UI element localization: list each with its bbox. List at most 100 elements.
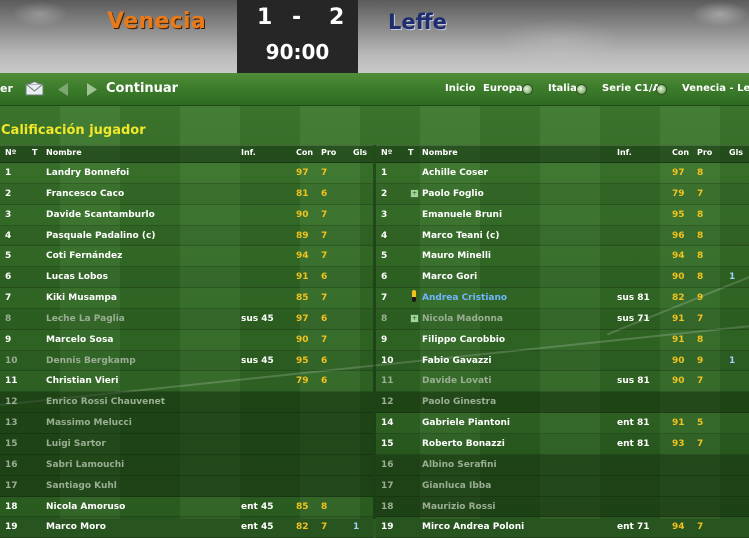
table-row[interactable]: 6 Lucas Lobos 91 6 xyxy=(0,267,373,289)
col-con[interactable]: Con xyxy=(296,148,313,157)
continue-button[interactable]: Continuar xyxy=(106,81,178,96)
forward-arrow-icon[interactable] xyxy=(87,83,97,96)
table-row[interactable]: 17 Santiago Kuhl xyxy=(0,475,373,497)
table-row[interactable]: 11 Davide Lovati sus 81 90 7 xyxy=(376,371,749,393)
player-name[interactable]: Davide Scantamburlo xyxy=(46,210,155,220)
col-name[interactable]: Nombre xyxy=(422,148,458,157)
breadcrumb-europa[interactable]: Europa xyxy=(483,83,523,94)
col-num[interactable]: Nº xyxy=(381,148,392,157)
table-row[interactable]: 10 Fabio Gavazzi 90 9 1 xyxy=(376,350,749,372)
table-row[interactable]: 10 Dennis Bergkamp sus 45 95 6 xyxy=(0,350,373,372)
table-row[interactable]: 18 Nicola Amoruso ent 45 85 8 xyxy=(0,497,373,518)
player-name[interactable]: Marcelo Sosa xyxy=(46,335,113,345)
col-gls[interactable]: Gls xyxy=(729,148,743,157)
dropdown-dot-icon[interactable] xyxy=(656,84,667,95)
player-name[interactable]: Lucas Lobos xyxy=(46,272,108,282)
table-row[interactable]: 8 Nicola Madonna sus 71 91 7 + xyxy=(376,308,749,330)
col-t[interactable]: T xyxy=(32,148,37,157)
table-row[interactable]: 4 Pasquale Padalino (c) 89 7 xyxy=(0,225,373,247)
col-pro[interactable]: Pro xyxy=(321,148,336,157)
player-name[interactable]: Davide Lovati xyxy=(422,376,491,386)
player-name[interactable]: Enrico Rossi Chauvenet xyxy=(46,397,165,407)
table-row[interactable]: 1 Landry Bonnefoi 97 7 xyxy=(0,163,373,184)
player-name[interactable]: Santiago Kuhl xyxy=(46,481,117,491)
col-pro[interactable]: Pro xyxy=(697,148,712,157)
player-name[interactable]: Kiki Musampa xyxy=(46,293,117,303)
player-name[interactable]: Sabri Lamouchi xyxy=(46,460,124,470)
table-row[interactable]: 2 Paolo Foglio 79 7 + xyxy=(376,183,749,205)
mail-icon[interactable] xyxy=(25,81,44,96)
table-row[interactable]: 17 Gianluca Ibba xyxy=(376,475,749,497)
table-row[interactable]: 5 Coti Fernández 94 7 xyxy=(0,246,373,268)
table-row[interactable]: 7 Kiki Musampa 85 7 xyxy=(0,288,373,309)
player-rating: 8 xyxy=(697,334,704,345)
player-name[interactable]: Landry Bonnefoi xyxy=(46,168,129,178)
col-num[interactable]: Nº xyxy=(5,148,16,157)
table-row[interactable]: 12 Enrico Rossi Chauvenet xyxy=(0,392,373,414)
table-row[interactable]: 6 Marco Gori 90 8 1 xyxy=(376,267,749,289)
col-t[interactable]: T xyxy=(408,148,413,157)
table-row[interactable]: 16 Sabri Lamouchi xyxy=(0,454,373,476)
table-row[interactable]: 8 Leche La Paglia sus 45 97 6 xyxy=(0,308,373,330)
player-name[interactable]: Nicola Amoruso xyxy=(46,502,125,512)
table-row[interactable]: 15 Luigi Sartor xyxy=(0,433,373,455)
col-con[interactable]: Con xyxy=(672,148,689,157)
dropdown-dot-icon[interactable] xyxy=(576,84,587,95)
player-name[interactable]: Gabriele Piantoni xyxy=(422,418,510,428)
player-name[interactable]: Francesco Caco xyxy=(46,189,124,199)
player-name[interactable]: Christian Vieri xyxy=(46,376,118,386)
table-row[interactable]: 13 Massimo Melucci xyxy=(0,413,373,434)
breadcrumb-italia[interactable]: Italia xyxy=(548,83,577,94)
player-name[interactable]: Achille Coser xyxy=(422,168,488,178)
breadcrumb-inicio[interactable]: Inicio xyxy=(445,83,476,94)
table-row[interactable]: 19 Marco Moro ent 45 82 7 1 xyxy=(0,517,373,538)
table-row[interactable]: 16 Albino Serafini xyxy=(376,454,749,476)
table-row[interactable]: 5 Mauro Minelli 94 8 xyxy=(376,246,749,268)
table-row[interactable]: 14 Gabriele Piantoni ent 81 91 5 xyxy=(376,413,749,434)
player-name[interactable]: Paolo Foglio xyxy=(422,189,484,199)
dropdown-dot-icon[interactable] xyxy=(522,84,533,95)
player-name[interactable]: Gianluca Ibba xyxy=(422,481,491,491)
player-name[interactable]: Mirco Andrea Poloni xyxy=(422,522,524,532)
table-row[interactable]: 19 Mirco Andrea Poloni ent 71 94 7 xyxy=(376,517,749,538)
player-name[interactable]: Fabio Gavazzi xyxy=(422,356,492,366)
player-name[interactable]: Leche La Paglia xyxy=(46,314,125,324)
table-row[interactable]: 2 Francesco Caco 81 6 xyxy=(0,183,373,205)
breadcrumb-serie[interactable]: Serie C1/A xyxy=(602,83,660,94)
player-name[interactable]: Dennis Bergkamp xyxy=(46,356,136,366)
table-row[interactable]: 9 Filippo Carobbio 91 8 xyxy=(376,330,749,351)
player-name[interactable]: Mauro Minelli xyxy=(422,251,491,261)
player-name[interactable]: Paolo Ginestra xyxy=(422,397,496,407)
player-name[interactable]: Pasquale Padalino (c) xyxy=(46,231,155,241)
table-row[interactable]: 15 Roberto Bonazzi ent 81 93 7 xyxy=(376,433,749,455)
table-row[interactable]: 18 Maurizio Rossi xyxy=(376,496,749,518)
table-row[interactable]: 4 Marco Teani (c) 96 8 xyxy=(376,225,749,247)
table-row[interactable]: 9 Marcelo Sosa 90 7 xyxy=(0,330,373,351)
breadcrumb-match[interactable]: Venecia - Leffe xyxy=(682,83,749,94)
table-row[interactable]: 3 Emanuele Bruni 95 8 xyxy=(376,205,749,226)
back-arrow-icon[interactable] xyxy=(58,83,68,96)
player-name[interactable]: Emanuele Bruni xyxy=(422,210,502,220)
table-row[interactable]: 7 Andrea Cristiano sus 81 82 9 xyxy=(376,288,749,309)
table-row[interactable]: 1 Achille Coser 97 8 xyxy=(376,163,749,184)
player-name[interactable]: Massimo Melucci xyxy=(46,418,132,428)
table-row[interactable]: 11 Christian Vieri 79 6 xyxy=(0,371,373,393)
player-name[interactable]: Marco Gori xyxy=(422,272,477,282)
player-name[interactable]: Marco Teani (c) xyxy=(422,231,499,241)
player-name[interactable]: Luigi Sartor xyxy=(46,439,106,449)
col-name[interactable]: Nombre xyxy=(46,148,82,157)
player-name[interactable]: Coti Fernández xyxy=(46,251,122,261)
player-name[interactable]: Filippo Carobbio xyxy=(422,335,505,345)
col-inf[interactable]: Inf. xyxy=(617,148,632,157)
player-name[interactable]: Nicola Madonna xyxy=(422,314,503,324)
player-name[interactable]: Albino Serafini xyxy=(422,460,497,470)
player-name[interactable]: Maurizio Rossi xyxy=(422,502,496,512)
player-name[interactable]: Marco Moro xyxy=(46,522,106,532)
col-gls[interactable]: Gls xyxy=(353,148,367,157)
player-name[interactable]: Andrea Cristiano xyxy=(422,293,507,303)
col-inf[interactable]: Inf. xyxy=(241,148,256,157)
player-name[interactable]: Roberto Bonazzi xyxy=(422,439,505,449)
table-row[interactable]: 12 Paolo Ginestra xyxy=(376,392,749,414)
nav-truncated-label[interactable]: er xyxy=(0,82,13,95)
table-row[interactable]: 3 Davide Scantamburlo 90 7 xyxy=(0,205,373,226)
